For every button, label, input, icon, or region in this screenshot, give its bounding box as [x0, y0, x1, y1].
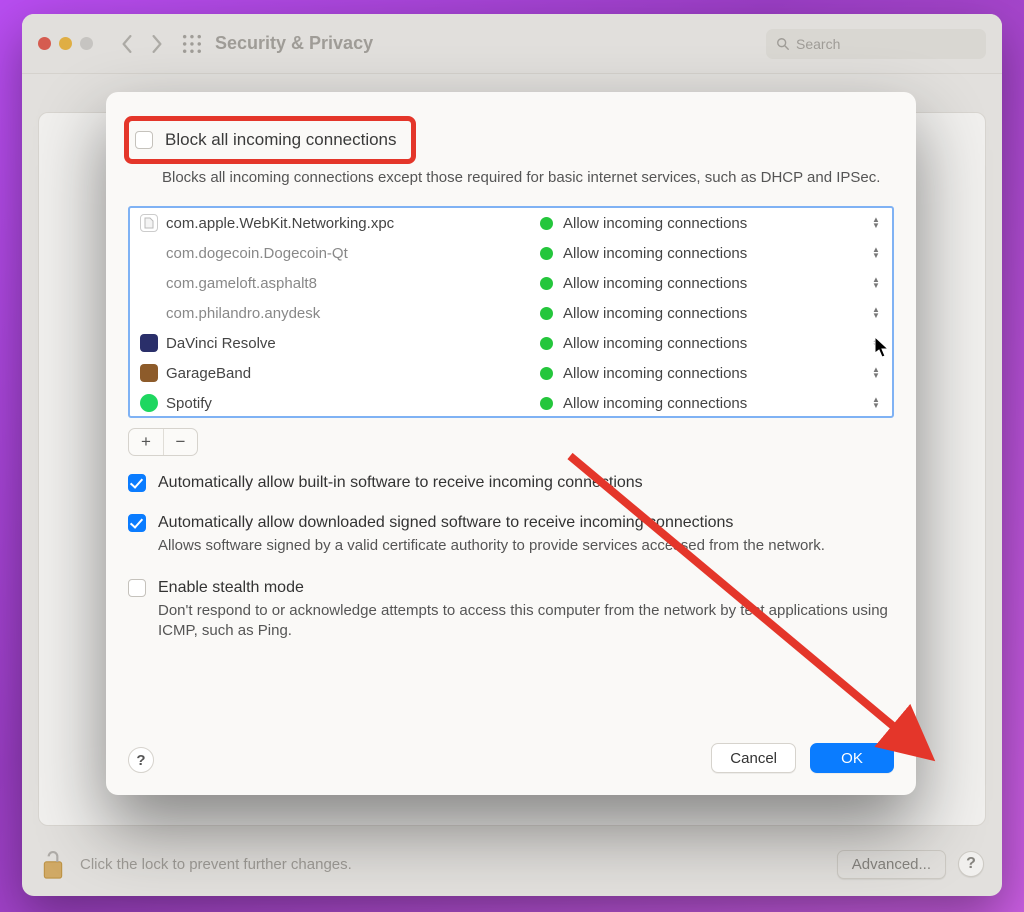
titlebar: Security & Privacy Search — [22, 14, 1002, 74]
advanced-button[interactable]: Advanced... — [837, 850, 946, 879]
add-app-button[interactable]: + — [129, 429, 163, 455]
status-indicator-icon — [540, 217, 553, 230]
stealth-label: Enable stealth mode — [158, 579, 304, 597]
app-name: Spotify — [166, 395, 212, 412]
app-status-cell[interactable]: Allow incoming connections ▲▼ — [540, 245, 882, 262]
minimize-window-button[interactable] — [59, 37, 72, 50]
stealth-checkbox[interactable] — [128, 579, 146, 597]
app-status-text: Allow incoming connections — [563, 305, 747, 322]
status-stepper-icon[interactable]: ▲▼ — [870, 397, 882, 409]
status-stepper-icon[interactable]: ▲▼ — [870, 217, 882, 229]
block-all-subtext: Blocks all incoming connections except t… — [162, 168, 894, 188]
app-name: DaVinci Resolve — [166, 335, 276, 352]
back-button[interactable] — [115, 29, 139, 59]
auto-signed-subtext: Allows software signed by a valid certif… — [158, 536, 894, 556]
app-name-cell: DaVinci Resolve — [140, 334, 540, 352]
show-all-icon[interactable] — [181, 33, 203, 55]
app-status-text: Allow incoming connections — [563, 275, 747, 292]
forward-button[interactable] — [145, 29, 169, 59]
window-controls — [38, 37, 93, 50]
auto-builtin-label: Automatically allow built-in software to… — [158, 474, 643, 492]
footer: Click the lock to prevent further change… — [40, 840, 984, 888]
app-status-text: Allow incoming connections — [563, 245, 747, 262]
status-indicator-icon — [540, 247, 553, 260]
app-row[interactable]: com.philandro.anydesk Allow incoming conn… — [130, 298, 892, 328]
app-status-text: Allow incoming connections — [563, 215, 747, 232]
search-icon — [776, 37, 790, 51]
block-all-label: Block all incoming connections — [165, 130, 397, 150]
status-stepper-icon[interactable]: ▲▼ — [870, 367, 882, 379]
search-input[interactable]: Search — [766, 29, 986, 59]
app-status-text: Allow incoming connections — [563, 395, 747, 412]
status-indicator-icon — [540, 397, 553, 410]
auto-signed-row[interactable]: Automatically allow downloaded signed so… — [128, 514, 894, 532]
status-stepper-icon[interactable]: ▲▼ — [870, 277, 882, 289]
sheet-help-button[interactable]: ? — [128, 747, 154, 773]
zoom-window-button[interactable] — [80, 37, 93, 50]
app-status-cell[interactable]: Allow incoming connections ▲▼ — [540, 305, 882, 322]
status-stepper-icon[interactable]: ▲▼ — [870, 307, 882, 319]
app-status-cell[interactable]: Allow incoming connections ▲▼ — [540, 395, 882, 412]
app-row[interactable]: DaVinci Resolve Allow incoming connection… — [130, 328, 892, 358]
app-status-cell[interactable]: Allow incoming connections ▲▼ — [540, 365, 882, 382]
status-indicator-icon — [540, 367, 553, 380]
app-list[interactable]: com.apple.WebKit.Networking.xpc Allow inc… — [128, 206, 894, 418]
close-window-button[interactable] — [38, 37, 51, 50]
add-remove-toolbar: + − — [128, 428, 198, 456]
block-all-checkbox[interactable] — [135, 131, 153, 149]
app-icon — [140, 364, 158, 382]
search-placeholder: Search — [796, 36, 840, 52]
cancel-button[interactable]: Cancel — [711, 743, 796, 773]
block-all-checkbox-row[interactable]: Block all incoming connections — [131, 124, 405, 156]
app-status-text: Allow incoming connections — [563, 365, 747, 382]
status-stepper-icon[interactable]: ▲▼ — [870, 247, 882, 259]
auto-builtin-checkbox[interactable] — [128, 474, 146, 492]
help-button[interactable]: ? — [958, 851, 984, 877]
app-name-cell: com.gameloft.asphalt8 — [140, 274, 540, 292]
app-status-cell[interactable]: Allow incoming connections ▲▼ — [540, 215, 882, 232]
app-name: com.dogecoin.Dogecoin-Qt — [166, 245, 348, 262]
app-status-cell[interactable]: Allow incoming connections ▲▼ — [540, 275, 882, 292]
status-indicator-icon — [540, 307, 553, 320]
app-name-cell: com.philandro.anydesk — [140, 304, 540, 322]
window-title: Security & Privacy — [215, 33, 373, 54]
app-row[interactable]: Spotify Allow incoming connections ▲▼ — [130, 388, 892, 418]
remove-app-button[interactable]: − — [163, 429, 197, 455]
firewall-options-sheet: Block all incoming connections Blocks al… — [106, 92, 916, 795]
stealth-subtext: Don't respond to or acknowledge attempts… — [158, 601, 894, 642]
app-name-cell: com.dogecoin.Dogecoin-Qt — [140, 244, 540, 262]
annotation-highlight-box: Block all incoming connections — [124, 116, 416, 164]
app-name-cell: Spotify — [140, 394, 540, 412]
status-indicator-icon — [540, 277, 553, 290]
mouse-cursor — [874, 336, 892, 358]
app-row[interactable]: com.gameloft.asphalt8 Allow incoming conn… — [130, 268, 892, 298]
auto-signed-label: Automatically allow downloaded signed so… — [158, 514, 733, 532]
auto-signed-checkbox[interactable] — [128, 514, 146, 532]
app-icon — [140, 334, 158, 352]
ok-button[interactable]: OK — [810, 743, 894, 773]
stealth-row[interactable]: Enable stealth mode — [128, 579, 894, 597]
lock-icon[interactable] — [40, 847, 66, 881]
app-row[interactable]: com.dogecoin.Dogecoin-Qt Allow incoming c… — [130, 238, 892, 268]
app-name-cell: com.apple.WebKit.Networking.xpc — [140, 214, 540, 232]
app-icon — [140, 214, 158, 232]
app-icon — [140, 394, 158, 412]
app-status-text: Allow incoming connections — [563, 335, 747, 352]
app-name: GarageBand — [166, 365, 251, 382]
app-name: com.gameloft.asphalt8 — [166, 275, 317, 292]
app-row[interactable]: GarageBand Allow incoming connections ▲▼ — [130, 358, 892, 388]
app-name-cell: GarageBand — [140, 364, 540, 382]
lock-hint-text: Click the lock to prevent further change… — [80, 856, 352, 873]
app-name: com.philandro.anydesk — [166, 305, 320, 322]
status-indicator-icon — [540, 337, 553, 350]
app-name: com.apple.WebKit.Networking.xpc — [166, 215, 394, 232]
auto-builtin-row[interactable]: Automatically allow built-in software to… — [128, 474, 894, 492]
app-row[interactable]: com.apple.WebKit.Networking.xpc Allow inc… — [130, 208, 892, 238]
app-status-cell[interactable]: Allow incoming connections▲▼ — [540, 335, 882, 352]
